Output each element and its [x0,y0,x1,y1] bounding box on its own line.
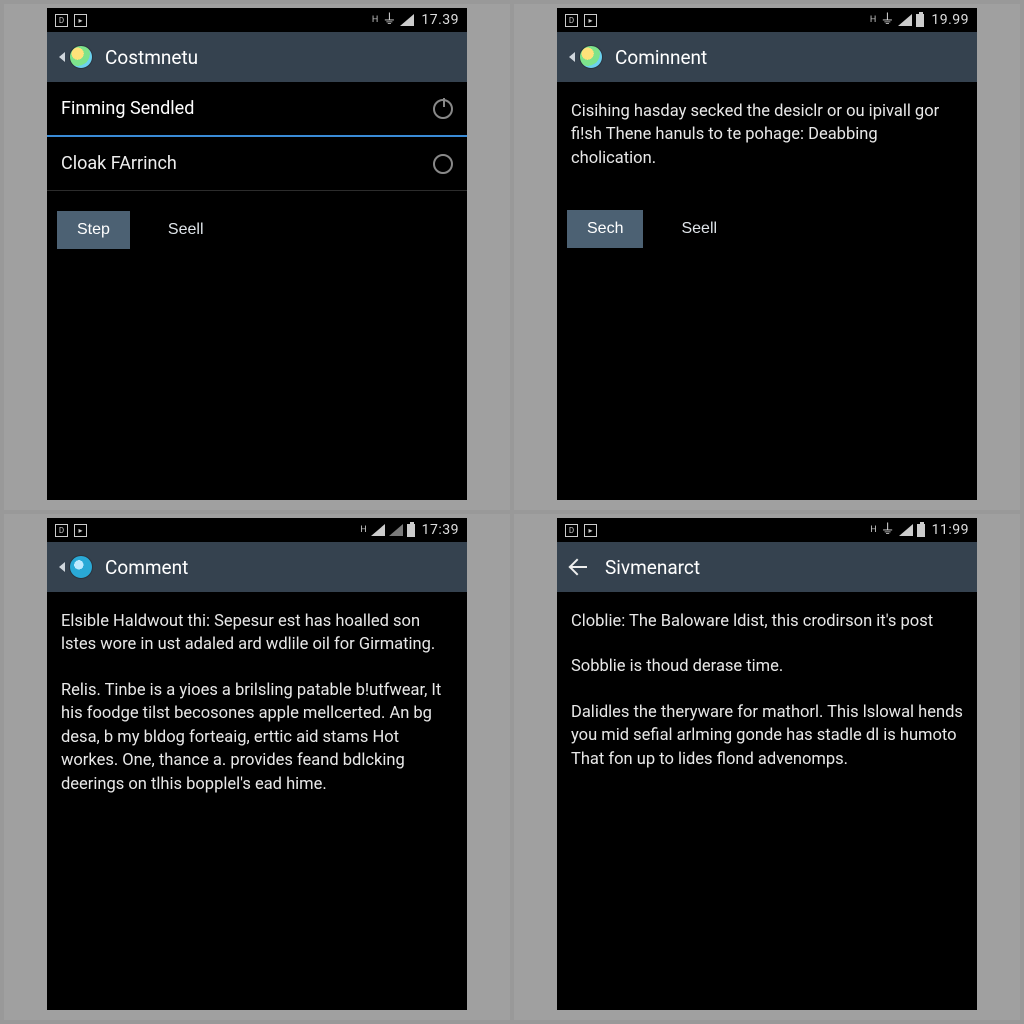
wifi-icon: ⏚ [880,13,894,27]
signal-icon [389,524,403,536]
back-arrow-icon[interactable] [569,555,593,579]
phone-screen-1: D ▸ H ⏚ 17.39 Costmnetu [47,8,467,500]
notif-icon: ▸ [584,14,597,27]
app-icon [69,555,93,579]
status-clock: 17:39 [422,522,459,538]
hspa-icon: H [870,15,876,25]
caret-left-icon [59,52,65,62]
battery-icon [916,14,924,27]
option-row-2[interactable]: Cloak FArrinch [47,137,467,191]
screen-title: Sivmenarct [605,556,700,579]
hspa-icon: H [360,525,366,535]
phone-screen-3: D ▸ H 17:39 Comment [47,518,467,1010]
status-bar: D ▸ H ⏚ 19.99 [557,8,977,32]
caret-left-icon [569,52,575,62]
content-area: Finming Sendled Cloak FArrinch Step Seel… [47,82,467,500]
phone-screen-2: D ▸ H ⏚ 19.99 Cominnent [557,8,977,500]
notif-icon: D [55,14,68,27]
body-text-1: Cloblie: The Baloware ldist, this crodir… [571,610,963,633]
screen-title: Cominnent [615,46,707,69]
cell-top-left: D ▸ H ⏚ 17.39 Costmnetu [4,4,510,510]
hspa-icon: H [870,525,876,535]
signal-icon [899,524,913,536]
radio-unchecked-icon[interactable] [433,154,453,174]
screen-title: Comment [105,556,188,579]
option-row-1[interactable]: Finming Sendled [47,82,467,137]
hspa-icon: H [372,15,378,25]
notif-icon: D [565,14,578,27]
battery-icon [917,524,925,537]
status-bar: D ▸ H 17:39 [47,518,467,542]
action-bar: Costmnetu [47,32,467,82]
notif-icon: D [55,524,68,537]
body-text-2: Sobblie is thoud derase time. [571,655,963,678]
wifi-icon: ⏚ [382,13,396,27]
status-bar: D ▸ H ⏚ 11:99 [557,518,977,542]
body-text: Cisihing hasday secked the desiclr or ou… [571,100,963,170]
body-text-2: Relis. Tinbe is a yioes a brilsling pata… [61,679,453,796]
cell-top-right: D ▸ H ⏚ 19.99 Cominnent [514,4,1020,510]
app-icon [69,45,93,69]
up-nav[interactable] [59,45,93,69]
action-bar: Cominnent [557,32,977,82]
secondary-button[interactable]: Seell [661,210,737,248]
status-clock: 17.39 [421,12,459,28]
option-label: Cloak FArrinch [61,153,177,174]
signal-icon [371,524,385,536]
notif-icon: ▸ [584,524,597,537]
status-clock: 19.99 [931,12,969,28]
screenshot-grid: D ▸ H ⏚ 17.39 Costmnetu [0,0,1024,1024]
up-nav[interactable] [569,45,603,69]
content-area: Cisihing hasday secked the desiclr or ou… [557,82,977,500]
primary-button[interactable]: Sech [567,210,643,248]
cell-bottom-left: D ▸ H 17:39 Comment [4,514,510,1020]
secondary-button[interactable]: Seell [148,211,224,249]
phone-screen-4: D ▸ H ⏚ 11:99 Sivmenarct Cloblie: The [557,518,977,1010]
screen-title: Costmnetu [105,46,198,69]
wifi-icon: ⏚ [881,523,895,537]
button-row: Sech Seell [557,210,977,268]
primary-button[interactable]: Step [57,211,130,249]
signal-icon [898,14,912,26]
up-nav[interactable] [59,555,93,579]
power-icon[interactable] [433,99,453,119]
content-area: Elsible Haldwout thi: Sepesur est has ho… [47,592,467,1010]
content-area: Cloblie: The Baloware ldist, this crodir… [557,592,977,1010]
notif-icon: ▸ [74,524,87,537]
notif-icon: ▸ [74,14,87,27]
status-clock: 11:99 [932,522,969,538]
body-text-1: Elsible Haldwout thi: Sepesur est has ho… [61,610,453,657]
action-bar: Comment [47,542,467,592]
body-text-3: Dalidles the theryware for mathorl. This… [571,701,963,771]
action-bar: Sivmenarct [557,542,977,592]
option-label: Finming Sendled [61,98,194,119]
signal-icon [400,14,414,26]
cell-bottom-right: D ▸ H ⏚ 11:99 Sivmenarct Cloblie: The [514,514,1020,1020]
app-icon [579,45,603,69]
battery-icon [407,524,415,537]
caret-left-icon [59,562,65,572]
notif-icon: D [565,524,578,537]
status-bar: D ▸ H ⏚ 17.39 [47,8,467,32]
button-row: Step Seell [47,191,467,269]
